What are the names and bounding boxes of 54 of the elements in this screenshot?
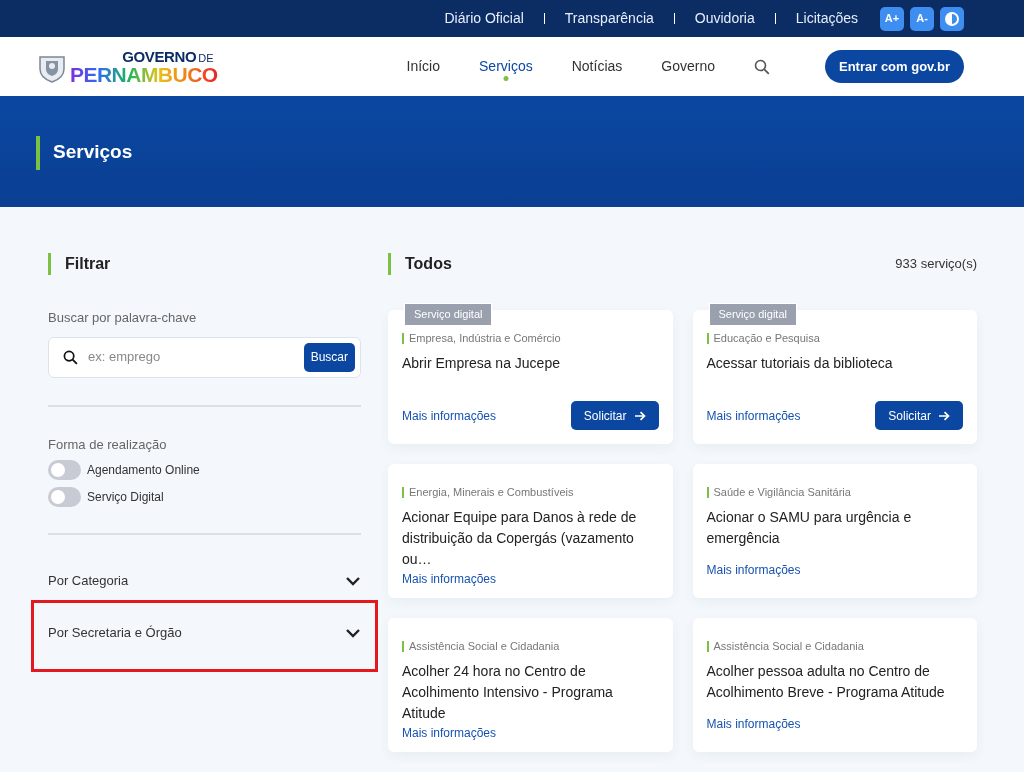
section-title: Filtrar (65, 254, 111, 274)
nav-link[interactable]: Notícias (571, 56, 623, 77)
chevron-down-icon (345, 575, 361, 586)
login-button[interactable]: Entrar com gov.br (825, 50, 964, 83)
card-title: Abrir Empresa na Jucepe (402, 353, 561, 373)
request-button[interactable]: Solicitar (570, 401, 659, 430)
logo-text: DE (198, 52, 214, 64)
card-category: Assistência Social e Cidadania (409, 639, 560, 654)
contrast-button[interactable] (940, 6, 964, 31)
request-button[interactable]: Solicitar (875, 401, 963, 430)
chevron-down-icon (345, 628, 361, 638)
nav-link[interactable]: Início (406, 56, 440, 77)
card-category: Assistência Social e Cidadania (713, 639, 864, 654)
toggle-label: Agendamento Online (87, 462, 200, 479)
search-icon (63, 349, 78, 365)
card-title: Acolher 24 hora no Centro de Acolhimento Intensivo - Programa Atitude (402, 661, 614, 723)
more-info-link[interactable]: Mais informações (402, 406, 497, 425)
more-info-link[interactable]: Mais informações (706, 714, 801, 733)
section-title: Todos (405, 254, 452, 274)
card-category: Educação e Pesquisa (713, 331, 820, 346)
card-category: Energia, Minerais e Combustíveis (409, 485, 574, 500)
more-info-link[interactable]: Mais informações (402, 723, 497, 742)
contrast-icon (945, 11, 959, 26)
card-title: Acolher pessoa adulta no Centro de Acolhimento Breve - Programa Atitude (706, 661, 946, 702)
card-title: Acionar Equipe para Danos à rede de distribuição da Copergás (vazamento ou… (402, 507, 638, 569)
filter-accordion[interactable]: Por Secretaria e Órgão (34, 603, 375, 669)
top-link[interactable]: Diário Oficial (444, 8, 524, 29)
result-count: 933 serviço(s) (895, 255, 977, 274)
card-title: Acionar o SAMU para urgência e emergência (706, 507, 913, 548)
nav-link[interactable]: Governo (661, 56, 715, 77)
more-info-link[interactable]: Mais informações (706, 406, 801, 425)
tag: Serviço digital (708, 303, 797, 326)
card-category: Empresa, Indústria e Comércio (409, 331, 561, 346)
search-icon[interactable] (754, 58, 770, 75)
page-title: Serviços (53, 140, 133, 165)
top-link[interactable]: Transparência (564, 8, 654, 29)
arrow-right-icon (634, 410, 646, 421)
more-info-link[interactable]: Mais informações (706, 560, 801, 579)
field-label: Buscar por palavra-chave (48, 309, 198, 327)
card-title: Acessar tutoriais da biblioteca (706, 353, 894, 373)
more-info-link[interactable]: Mais informações (402, 569, 497, 588)
logo-text: GOVERNO (122, 48, 197, 64)
top-link[interactable]: Ouvidoria (694, 8, 755, 29)
arrow-right-icon (939, 410, 950, 421)
toggle-switch[interactable] (48, 460, 81, 480)
tag: Serviço digital (404, 303, 493, 326)
search-field[interactable]: ex: emprego Buscar (48, 336, 361, 378)
toggle-label: Serviço Digital (87, 489, 164, 506)
search-button[interactable]: Buscar (303, 342, 355, 372)
filter-accordion[interactable]: Por Categoria (48, 558, 361, 603)
toggle-switch[interactable] (48, 487, 81, 507)
card-category: Saúde e Vigilância Sanitária (713, 485, 851, 500)
field-label: Forma de realização (48, 435, 168, 454)
top-link[interactable]: Licitações (795, 8, 858, 29)
